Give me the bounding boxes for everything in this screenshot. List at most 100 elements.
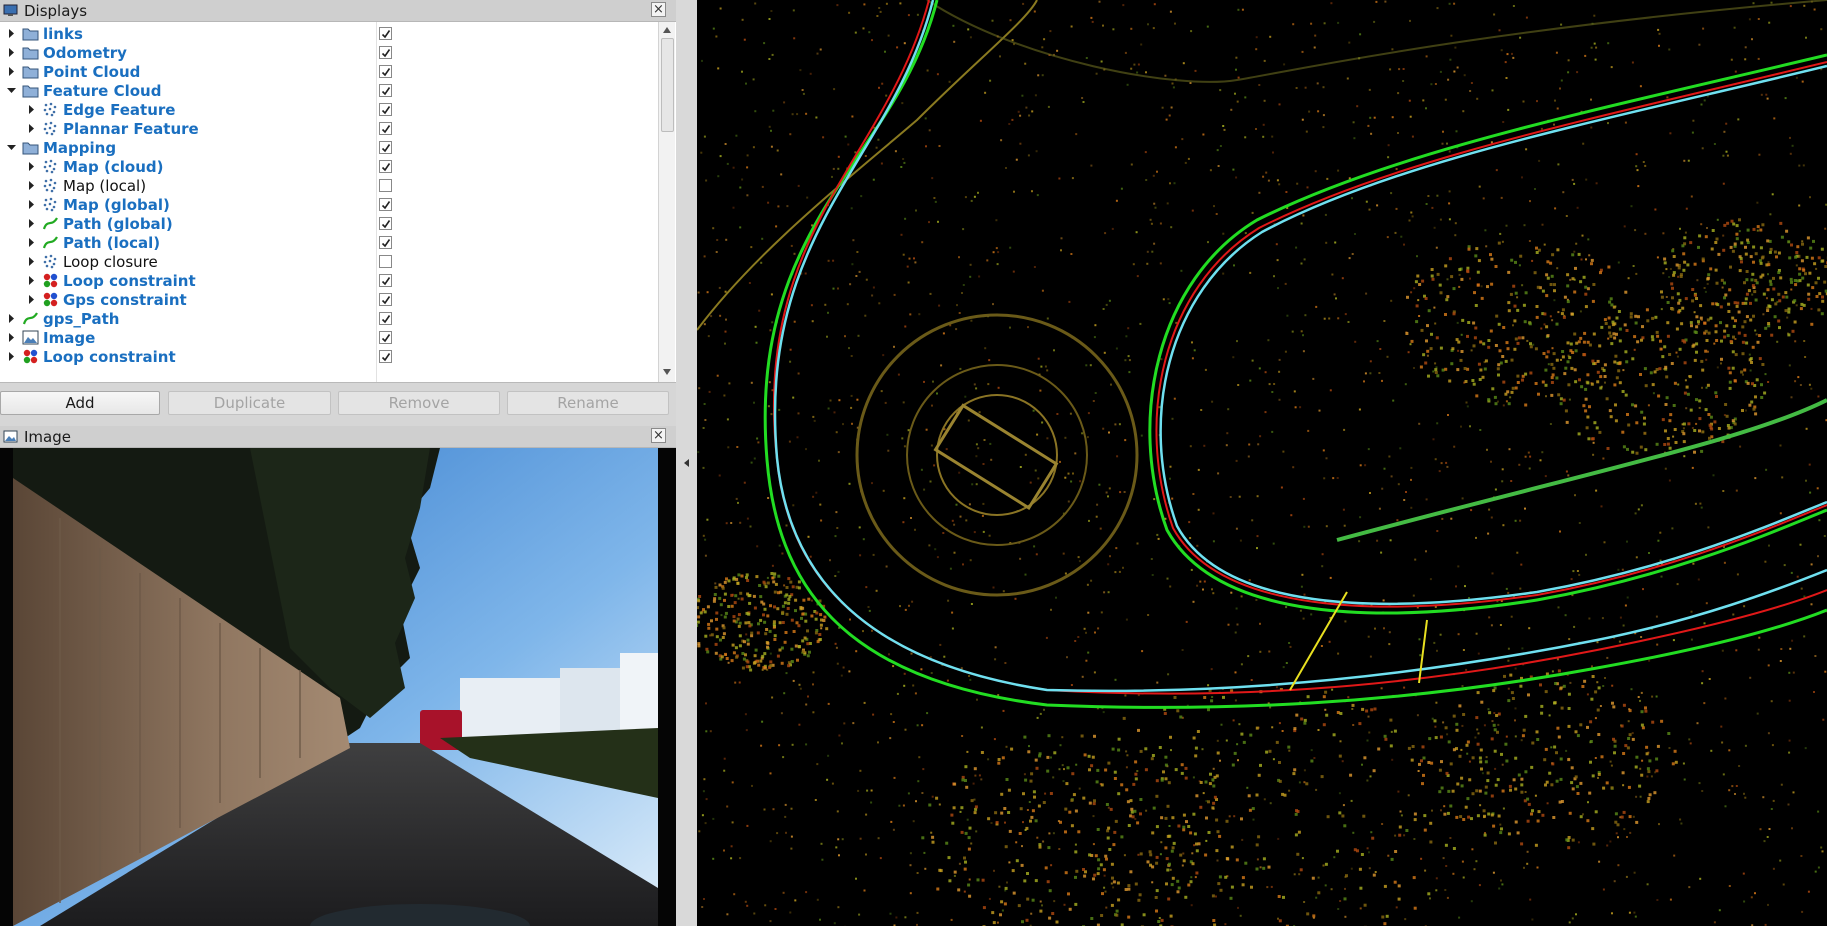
folder-icon [22, 82, 39, 99]
folder-icon [22, 25, 39, 42]
display-item-label-map-local: Map (local) [63, 176, 147, 195]
display-item-checkbox[interactable] [379, 46, 392, 59]
display-item-checkbox[interactable] [379, 217, 392, 230]
scroll-up-icon[interactable] [662, 25, 672, 35]
gps-path-line [763, 0, 1827, 709]
display-item-checkbox[interactable] [379, 103, 392, 116]
collapse-arrow-icon[interactable] [24, 290, 38, 309]
display-item-row[interactable]: Odometry [0, 43, 660, 62]
collapse-arrow-icon[interactable] [4, 328, 18, 347]
collapse-arrow-icon[interactable] [24, 214, 38, 233]
display-item-label-loop-constraint: Loop constraint [43, 347, 176, 366]
display-item-row[interactable]: links [0, 24, 660, 43]
display-item-checkbox[interactable] [379, 274, 392, 287]
display-item-checkbox[interactable] [379, 141, 392, 154]
display-item-label-map-cloud: Map (cloud) [63, 157, 164, 176]
display-item-label-mapping: Mapping [43, 138, 117, 157]
collapse-arrow-icon[interactable] [683, 458, 690, 468]
display-item-row[interactable]: Map (cloud) [0, 157, 660, 176]
display-item-row[interactable]: Mapping [0, 138, 660, 157]
collapse-arrow-icon[interactable] [24, 271, 38, 290]
remove-button[interactable]: Remove [338, 391, 500, 415]
display-item-row[interactable]: Image [0, 328, 660, 347]
path-icon [42, 215, 59, 232]
displays-titlebar: Displays × [0, 0, 676, 22]
map-render-view[interactable] [697, 0, 1827, 926]
monitor-icon [3, 3, 18, 18]
collapse-arrow-icon[interactable] [24, 176, 38, 195]
display-item-row[interactable]: Map (local) [0, 176, 660, 195]
display-item-checkbox[interactable] [379, 331, 392, 344]
display-item-checkbox[interactable] [379, 65, 392, 78]
image-close-button[interactable]: × [651, 428, 666, 443]
collapse-arrow-icon[interactable] [4, 347, 18, 366]
collapse-arrow-icon[interactable] [24, 195, 38, 214]
display-item-checkbox[interactable] [379, 236, 392, 249]
display-item-label-feature-cloud: Feature Cloud [43, 81, 162, 100]
display-item-checkbox[interactable] [379, 255, 392, 268]
pointcloud-icon [42, 158, 59, 175]
display-item-row[interactable]: Edge Feature [0, 100, 660, 119]
display-item-checkbox[interactable] [379, 160, 392, 173]
expand-arrow-icon[interactable] [4, 81, 18, 100]
scroll-down-icon[interactable] [662, 367, 672, 377]
display-item-label-path-local: Path (local) [63, 233, 161, 252]
camera-image [0, 448, 676, 926]
tree-scrollbar[interactable] [658, 22, 675, 382]
scroll-thumb[interactable] [661, 38, 674, 132]
marker-icon [42, 272, 59, 289]
duplicate-button[interactable]: Duplicate [168, 391, 331, 415]
pointcloud-icon [42, 120, 59, 137]
display-item-checkbox[interactable] [379, 179, 392, 192]
pointcloud-icon [42, 253, 59, 270]
pointcloud-icon [42, 101, 59, 118]
display-item-row[interactable]: Point Cloud [0, 62, 660, 81]
display-item-checkbox[interactable] [379, 198, 392, 211]
display-item-checkbox[interactable] [379, 293, 392, 306]
folder-icon [22, 63, 39, 80]
collapse-arrow-icon[interactable] [4, 43, 18, 62]
add-button[interactable]: Add [0, 391, 160, 415]
panel-splitter[interactable] [676, 0, 697, 926]
collapse-arrow-icon[interactable] [4, 309, 18, 328]
display-item-label-loop-constraint: Loop constraint [63, 271, 196, 290]
display-item-row[interactable]: Loop constraint [0, 271, 660, 290]
image-icon [3, 429, 18, 444]
display-item-label-loop-closure: Loop closure [63, 252, 158, 271]
display-item-checkbox[interactable] [379, 122, 392, 135]
folder-icon [22, 44, 39, 61]
display-item-checkbox[interactable] [379, 27, 392, 40]
display-item-checkbox[interactable] [379, 350, 392, 363]
display-item-row[interactable]: Map (global) [0, 195, 660, 214]
display-item-row[interactable]: Path (local) [0, 233, 660, 252]
collapse-arrow-icon[interactable] [4, 24, 18, 43]
display-item-row[interactable]: Feature Cloud [0, 81, 660, 100]
displays-close-button[interactable]: × [651, 2, 666, 17]
display-item-label-plannar-feature: Plannar Feature [63, 119, 199, 138]
display-item-row[interactable]: gps_Path [0, 309, 660, 328]
displays-button-bar: Add Duplicate Remove Rename [0, 388, 676, 420]
display-item-row[interactable]: Path (global) [0, 214, 660, 233]
column-divider [376, 22, 377, 382]
collapse-arrow-icon[interactable] [24, 157, 38, 176]
display-item-label-path-global: Path (global) [63, 214, 173, 233]
display-item-checkbox[interactable] [379, 312, 392, 325]
display-item-row[interactable]: Gps constraint [0, 290, 660, 309]
display-item-row[interactable]: Plannar Feature [0, 119, 660, 138]
expand-arrow-icon[interactable] [4, 138, 18, 157]
display-item-label-point-cloud: Point Cloud [43, 62, 141, 81]
collapse-arrow-icon[interactable] [24, 119, 38, 138]
marker-icon [22, 348, 39, 365]
path-icon [22, 310, 39, 327]
collapse-arrow-icon[interactable] [4, 62, 18, 81]
display-item-row[interactable]: Loop constraint [0, 347, 660, 366]
collapse-arrow-icon[interactable] [24, 252, 38, 271]
collapse-arrow-icon[interactable] [24, 233, 38, 252]
display-item-label-links: links [43, 24, 83, 43]
rename-button[interactable]: Rename [507, 391, 669, 415]
display-item-checkbox[interactable] [379, 84, 392, 97]
folder-icon [22, 139, 39, 156]
collapse-arrow-icon[interactable] [24, 100, 38, 119]
path-icon [42, 234, 59, 251]
display-item-row[interactable]: Loop closure [0, 252, 660, 271]
